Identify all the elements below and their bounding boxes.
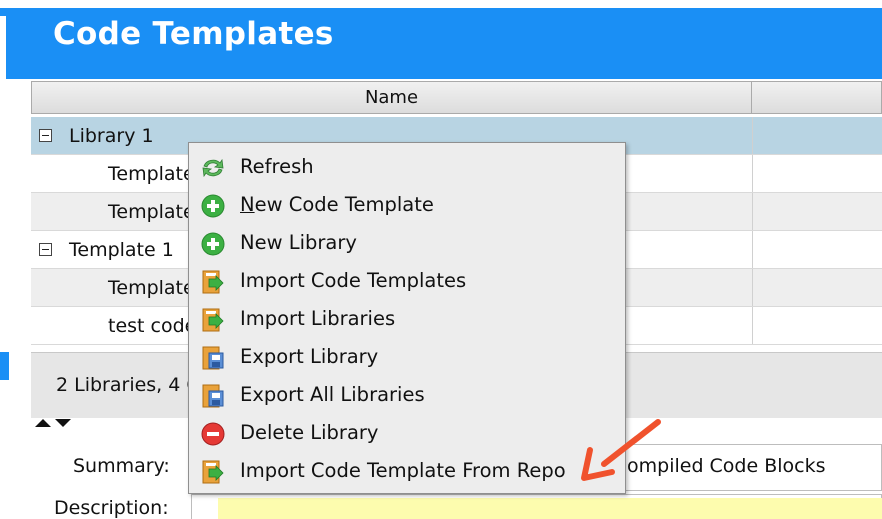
add-icon bbox=[201, 194, 225, 218]
refresh-icon bbox=[202, 158, 224, 178]
menu-item-label: Import Code Templates bbox=[240, 269, 467, 292]
column-header-name[interactable]: Name bbox=[31, 81, 752, 114]
menu-item-export-all-libraries[interactable]: Export All Libraries bbox=[189, 376, 625, 414]
menu-item-import-libraries[interactable]: Import Libraries bbox=[189, 300, 625, 338]
menu-item-new-library[interactable]: New Library bbox=[189, 224, 625, 262]
annotation-arrow-icon bbox=[581, 419, 661, 481]
menu-item-label: Import Code Template From Repo bbox=[240, 459, 566, 482]
mnemonic-letter: N bbox=[240, 193, 255, 216]
row-label: Template bbox=[108, 163, 195, 185]
row-label: test code bbox=[108, 315, 197, 337]
description-editor[interactable] bbox=[218, 498, 882, 519]
column-divider bbox=[752, 269, 753, 306]
column-divider bbox=[752, 155, 753, 192]
menu-item-label: Export All Libraries bbox=[240, 383, 425, 406]
menu-item-label: Refresh bbox=[240, 155, 314, 178]
menu-item-export-library[interactable]: Export Library bbox=[189, 338, 625, 376]
import-icon bbox=[202, 460, 224, 484]
menu-item-delete-library[interactable]: Delete Library bbox=[189, 414, 625, 452]
status-bar-gap bbox=[9, 352, 31, 418]
export-icon bbox=[202, 346, 224, 370]
description-label: Description: bbox=[54, 497, 169, 519]
collapse-toggle-icon[interactable] bbox=[39, 129, 52, 142]
column-header-extra[interactable] bbox=[752, 81, 882, 114]
window-edge-accent bbox=[0, 8, 8, 16]
column-divider bbox=[752, 117, 753, 154]
row-label: Library 1 bbox=[69, 125, 154, 147]
export-icon bbox=[202, 384, 224, 408]
context-menu: Refresh New Code Template New Library Im… bbox=[188, 142, 626, 494]
menu-item-label: Export Library bbox=[240, 345, 379, 368]
row-label: Template bbox=[108, 277, 195, 299]
menu-item-label: Delete Library bbox=[240, 421, 379, 444]
menu-item-label: New Code Template bbox=[240, 193, 434, 216]
column-divider bbox=[752, 193, 753, 230]
menu-item-new-code-template[interactable]: New Code Template bbox=[189, 186, 625, 224]
add-icon bbox=[201, 232, 225, 256]
menu-item-import-code-template-from-repo[interactable]: Import Code Template From Repo bbox=[189, 452, 625, 490]
summary-label: Summary: bbox=[73, 455, 170, 477]
column-divider bbox=[752, 231, 753, 268]
menu-item-label-rest: ew Code Template bbox=[254, 193, 434, 216]
menu-item-label: Import Libraries bbox=[240, 307, 396, 330]
row-label: Template bbox=[108, 201, 195, 223]
delete-icon bbox=[201, 422, 225, 446]
window-edge-accent bbox=[0, 352, 9, 380]
import-icon bbox=[202, 308, 224, 332]
page-title: Code Templates bbox=[53, 16, 334, 52]
menu-item-import-code-templates[interactable]: Import Code Templates bbox=[189, 262, 625, 300]
column-divider bbox=[752, 307, 753, 344]
menu-item-refresh[interactable]: Refresh bbox=[189, 148, 625, 186]
window-edge bbox=[0, 0, 6, 8]
status-text: 2 Libraries, 4 C bbox=[56, 374, 200, 396]
import-icon bbox=[202, 270, 224, 294]
menu-item-label: New Library bbox=[240, 231, 357, 254]
row-label: Template 1 bbox=[69, 239, 174, 261]
collapse-toggle-icon[interactable] bbox=[39, 243, 52, 256]
splitter-arrows-icon[interactable] bbox=[34, 418, 74, 428]
